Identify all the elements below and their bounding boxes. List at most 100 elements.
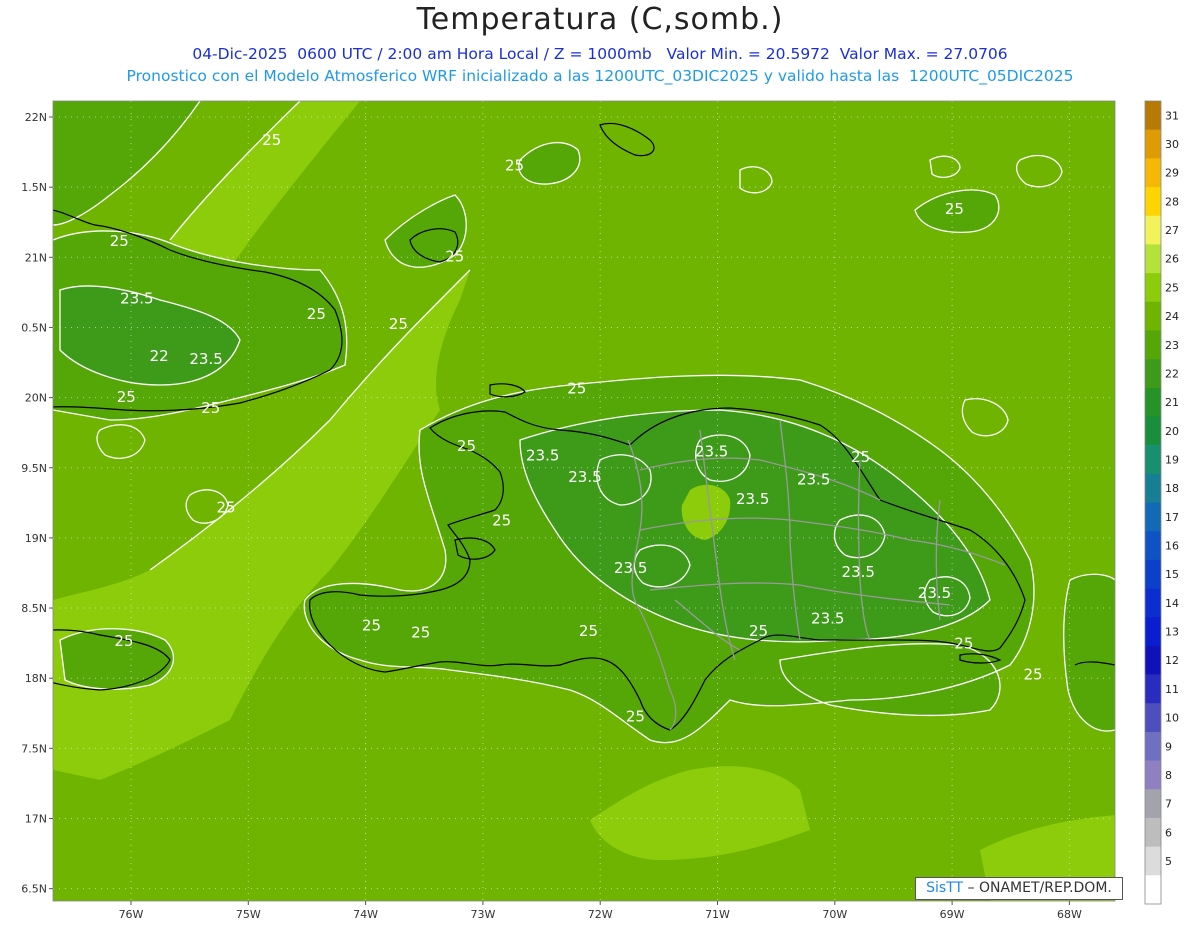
colorbar-label: 7 (1165, 798, 1172, 811)
colorbar-label: 5 (1165, 855, 1172, 868)
contour-label: 25 (505, 156, 524, 174)
colorbar-swatch (1145, 416, 1161, 446)
colorbar-swatch (1145, 387, 1161, 417)
lon-tick-label: 72W (588, 908, 613, 921)
colorbar-swatch (1145, 359, 1161, 389)
colorbar-swatch (1145, 187, 1161, 217)
contour-label: 25 (114, 632, 133, 650)
contour-label: 25 (945, 200, 964, 218)
colorbar-label: 8 (1165, 769, 1172, 782)
colorbar-label: 10 (1165, 712, 1179, 725)
contour-label: 23.5 (568, 468, 601, 486)
contour-label: 25 (117, 388, 136, 406)
lon-tick-label: 69W (940, 908, 965, 921)
lon-tick-label: 70W (822, 908, 847, 921)
contour-label: 25 (626, 708, 645, 726)
contour-label: 22 (150, 347, 169, 365)
colorbar-label: 15 (1165, 568, 1179, 581)
colorbar-swatch (1145, 101, 1161, 130)
colorbar-label: 29 (1165, 167, 1179, 180)
colorbar-label: 9 (1165, 740, 1172, 753)
lat-tick-label: 1.5N (21, 181, 47, 194)
contour-label: 25 (579, 622, 598, 640)
lon-tick-label: 71W (705, 908, 730, 921)
lat-tick-label: 0.5N (21, 321, 47, 334)
credit-text: – ONAMET/REP.DOM. (967, 880, 1112, 896)
contour-label: 23.5 (842, 563, 875, 581)
contour-label: 23.5 (797, 471, 830, 489)
contour-label: 25 (851, 448, 870, 466)
sistt-logo: SisTT (926, 880, 964, 896)
colorbar-label: 6 (1165, 826, 1172, 839)
contour-label: 23.5 (695, 443, 728, 461)
map-plot-area: 25 25 23.5 22 23.5 25 25 25 25 25 25 25 25 23.5 23.5 23… (53, 101, 1115, 901)
contour-label: 25 (110, 232, 129, 250)
colorbar-label: 23 (1165, 339, 1179, 352)
colorbar-label: 24 (1165, 310, 1179, 323)
contour-label: 23.5 (120, 290, 153, 308)
lat-tick-label: 7.5N (21, 742, 47, 755)
contour-label: 23.5 (736, 490, 769, 508)
contour-label: 23.5 (811, 609, 844, 627)
longitude-axis: 76W 75W 74W 73W 72W 71W 70W 69W 68W (119, 901, 1082, 921)
contour-label: 25 (389, 315, 408, 333)
colorbar-swatch (1145, 789, 1161, 819)
colorbar-swatch (1145, 215, 1161, 245)
colorbar-label: 22 (1165, 367, 1179, 380)
colorbar-label: 25 (1165, 281, 1179, 294)
colorbar-label: 27 (1165, 224, 1179, 237)
colorbar-label: 31 (1165, 109, 1179, 122)
lat-tick-label: 20N (25, 392, 47, 405)
colorbar-swatch (1145, 473, 1161, 503)
colorbar-label: 19 (1165, 453, 1179, 466)
lat-tick-label: 22N (25, 111, 47, 124)
contour-label: 23.5 (189, 350, 222, 368)
temperature-map: 25 25 23.5 22 23.5 25 25 25 25 25 25 25 25 23.5 23.5 23… (21, 100, 1179, 921)
colorbar-swatch (1145, 846, 1161, 876)
contour-label: 25 (411, 624, 430, 642)
colorbar-label: 26 (1165, 253, 1179, 266)
contour-label: 23.5 (526, 447, 559, 465)
colorbar-swatch (1145, 531, 1161, 561)
contour-label: 25 (954, 635, 973, 653)
contour-label: 25 (1023, 666, 1042, 684)
lat-tick-label: 17N (25, 813, 47, 826)
colorbar-label: 28 (1165, 195, 1179, 208)
colorbar-swatch (1145, 703, 1161, 733)
lat-tick-label: 21N (25, 251, 47, 264)
colorbar-swatch (1145, 330, 1161, 360)
colorbar-label: 11 (1165, 683, 1179, 696)
colorbar-label: 20 (1165, 425, 1179, 438)
lon-tick-label: 74W (353, 908, 378, 921)
lat-tick-label: 8.5N (21, 602, 47, 615)
contour-label: 25 (492, 511, 511, 529)
colorbar-label: 18 (1165, 482, 1179, 495)
colorbar-swatch (1145, 817, 1161, 847)
colorbar-swatch (1145, 129, 1161, 159)
lat-tick-label: 9.5N (21, 462, 47, 475)
colorbar-swatch (1145, 760, 1161, 790)
colorbar-label: 21 (1165, 396, 1179, 409)
colorbar-label: 14 (1165, 597, 1179, 610)
colorbar-swatch (1145, 445, 1161, 475)
colorbar-swatch (1145, 588, 1161, 618)
latitude-axis: 22N 1.5N 21N 0.5N 20N 9.5N 19N 8.5N 18N 7.5N 17N 6.… (21, 111, 53, 896)
colorbar-swatch (1145, 158, 1161, 188)
colorbar-label: 12 (1165, 654, 1179, 667)
lat-tick-label: 18N (25, 672, 47, 685)
colorbar-swatch (1145, 559, 1161, 589)
colorbar-swatch (1145, 273, 1161, 303)
colorbar-label: 17 (1165, 511, 1179, 524)
colorbar: 31 30 29 28 27 26 25 24 23 22 21 20 19 18 17 16 15 14 13 12… (1144, 100, 1179, 905)
colorbar-swatch (1145, 731, 1161, 761)
colorbar-label: 13 (1165, 626, 1179, 639)
colorbar-swatch (1145, 617, 1161, 647)
colorbar-label: 16 (1165, 540, 1179, 553)
credit-box: SisTT – ONAMET/REP.DOM. (915, 877, 1123, 900)
lat-tick-label: 6.5N (21, 883, 47, 896)
lon-tick-label: 73W (470, 908, 495, 921)
lon-tick-label: 75W (236, 908, 261, 921)
contour-label: 23.5 (918, 584, 951, 602)
contour-label: 25 (362, 616, 381, 634)
contour-label: 25 (262, 131, 281, 149)
